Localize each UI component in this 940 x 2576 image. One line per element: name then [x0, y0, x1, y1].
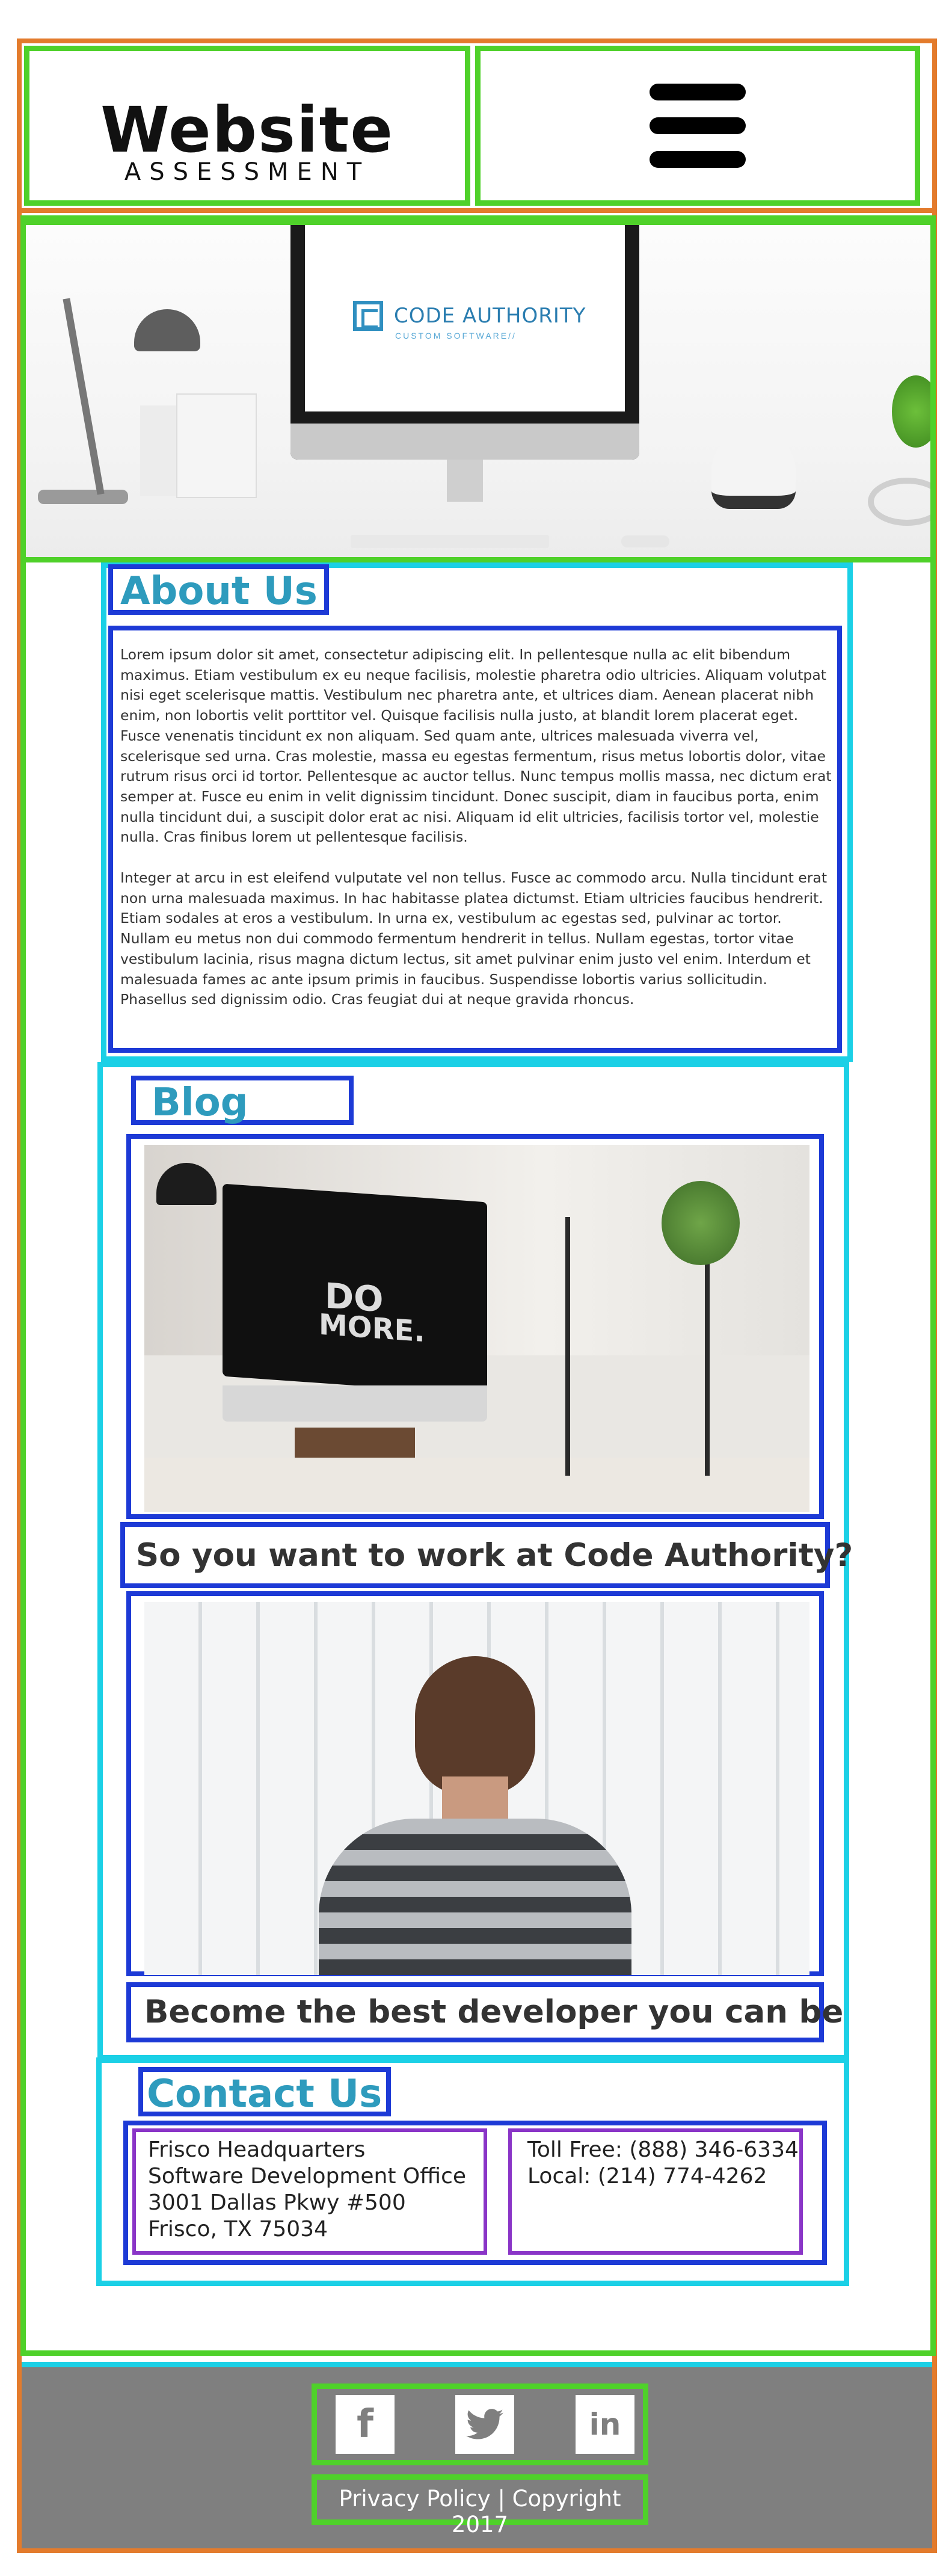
monitor-stand [447, 460, 483, 502]
blog-heading-box: Blog [131, 1076, 354, 1125]
blog-post-2-image-frame[interactable] [126, 1591, 824, 1976]
code-authority-mark-icon [353, 301, 383, 331]
blog-post-1-title-box[interactable]: So you want to work at Code Authority? [120, 1522, 853, 1588]
contact-phone-box: Toll Free: (888) 346-6334 Local: (214) 7… [508, 2128, 803, 2255]
hero-banner: CODE AUTHORITY CUSTOM SOFTWARE// [20, 220, 936, 562]
monitor-screen: CODE AUTHORITY CUSTOM SOFTWARE// [305, 225, 625, 411]
imac-screen: DO MORE. [223, 1183, 487, 1395]
person-head [415, 1656, 535, 1795]
address-line-4: Frisco, TX 75034 [148, 2217, 328, 2242]
kettle-image [711, 430, 796, 509]
about-paragraph-1: Lorem ipsum dolor sit amet, consectetur … [120, 646, 832, 846]
contact-address-box: Frisco Headquarters Software Development… [132, 2128, 487, 2255]
plant-image [892, 375, 930, 448]
desk-lamp-base [38, 490, 128, 504]
footer-legal-box: Privacy Policy | Copyright 2017 [312, 2474, 648, 2537]
blog-post-2-image [144, 1602, 809, 1975]
desk-lamp-icon [134, 309, 200, 351]
footer-divider [22, 2362, 932, 2367]
imac-chin [223, 1385, 487, 1422]
poster-text-more: MORE. [319, 1307, 425, 1349]
phone-local[interactable]: Local: (214) 774-4262 [527, 2163, 799, 2190]
blog-heading: Blog [152, 1080, 248, 1125]
contact-heading: Contact Us [147, 2072, 382, 2116]
mouse-image [621, 535, 669, 547]
footer-legal-text[interactable]: Privacy Policy | Copyright 2017 [317, 2486, 643, 2537]
blog-post-2-title-box[interactable]: Become the best developer you can be [126, 1982, 843, 2042]
header-logo[interactable]: Website ASSESSMENT [24, 46, 470, 206]
decorative-jar [176, 393, 257, 498]
header-menu [475, 46, 920, 206]
about-paragraph-2: Integer at arcu in est eleifend vulputat… [120, 869, 828, 1008]
about-heading: About Us [120, 569, 318, 614]
hamburger-menu-icon[interactable] [650, 84, 746, 168]
address-line-3: 3001 Dallas Pkwy #500 [148, 2190, 406, 2215]
plant-image [662, 1181, 740, 1265]
brand-name: CODE AUTHORITY [394, 304, 586, 328]
code-authority-logo: CODE AUTHORITY [353, 301, 586, 331]
monitor-chin [290, 424, 639, 460]
linkedin-glyph: in [589, 2407, 621, 2442]
pencil-cup [140, 405, 176, 496]
keyboard-image [351, 535, 549, 548]
blog-post-1-title[interactable]: So you want to work at Code Authority? [136, 1538, 853, 1574]
contact-heading-box: Contact Us [138, 2067, 391, 2116]
blog-post-2-title[interactable]: Become the best developer you can be [144, 1994, 843, 2030]
phone-toll-free[interactable]: Toll Free: (888) 346-6334 [527, 2137, 799, 2163]
person-neck [442, 1776, 508, 1825]
blog-post-1-image: DO MORE. [144, 1145, 809, 1512]
address-line-1: Frisco Headquarters [148, 2137, 366, 2162]
about-heading-box: About Us [108, 564, 329, 615]
brand-tagline: CUSTOM SOFTWARE// [395, 331, 517, 340]
address-line-2: Software Development Office [148, 2164, 467, 2189]
logo-title: Website [100, 93, 394, 167]
social-links: f in [312, 2383, 648, 2465]
desk-lamp-arm [63, 298, 105, 495]
facebook-glyph: f [357, 2402, 373, 2447]
logo-subtitle: ASSESSMENT [124, 158, 370, 186]
headphones-image [868, 478, 930, 526]
twitter-icon[interactable] [455, 2395, 514, 2454]
facebook-icon[interactable]: f [336, 2395, 395, 2454]
linkedin-icon[interactable]: in [576, 2395, 634, 2454]
person-sweater [319, 1819, 631, 1975]
desk-surface [144, 1458, 809, 1512]
about-text-box: Lorem ipsum dolor sit amet, consectetur … [108, 626, 842, 1053]
monitor-image: CODE AUTHORITY CUSTOM SOFTWARE// [290, 225, 639, 460]
blog-post-1-image-frame[interactable]: DO MORE. [126, 1134, 824, 1519]
twitter-bird-icon [466, 2409, 503, 2439]
